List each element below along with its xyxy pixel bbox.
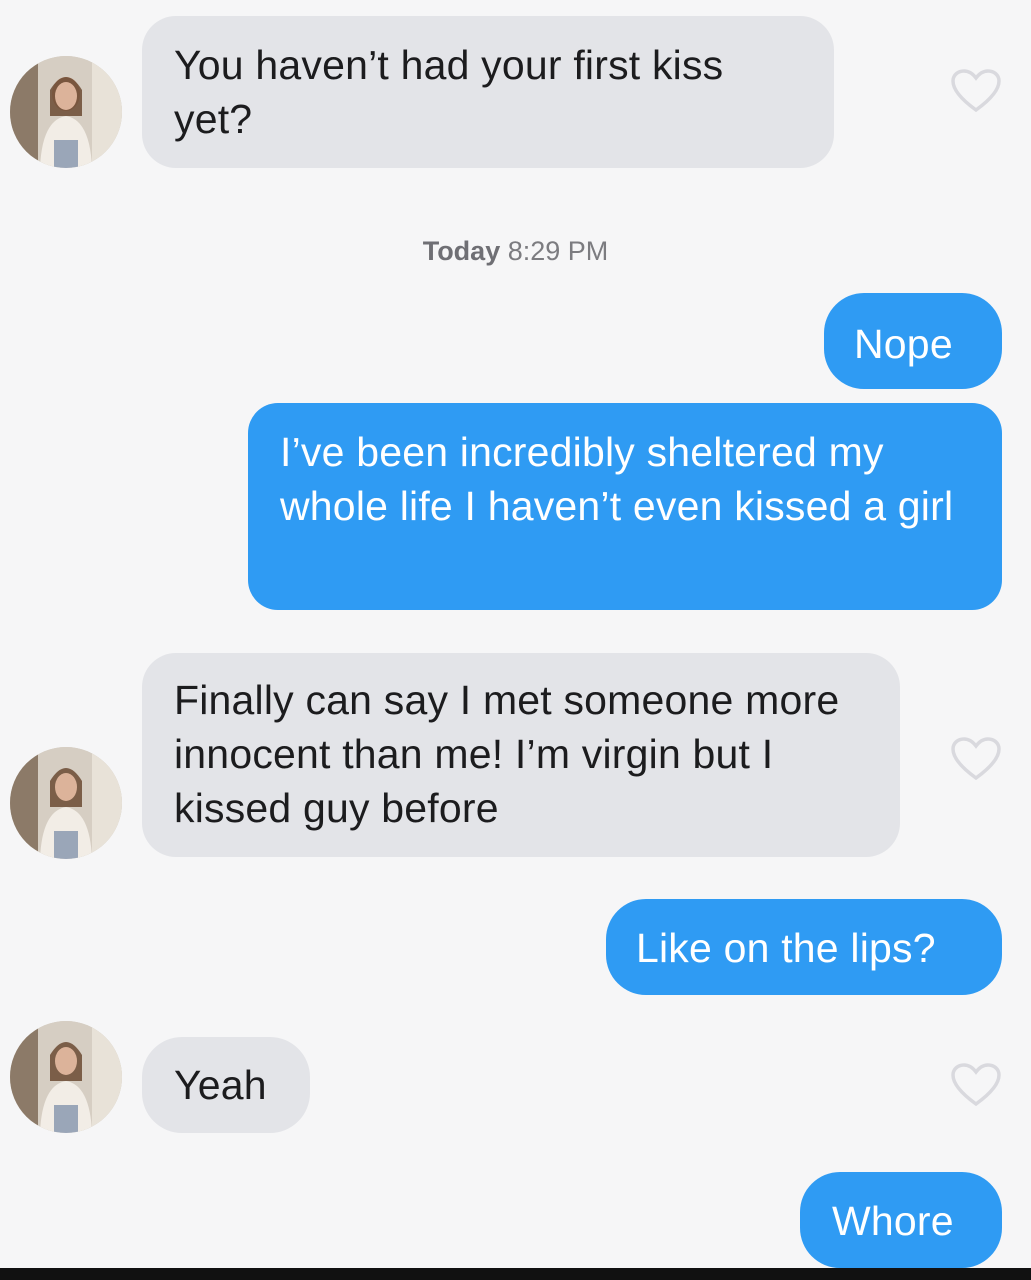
heart-outline-icon[interactable] [950, 736, 1002, 782]
message-bubble-incoming[interactable]: You haven’t had your first kiss yet? [142, 16, 834, 168]
message-bubble-outgoing[interactable]: I’ve been incredibly sheltered my whole … [248, 403, 1002, 610]
message-text: Like on the lips? [636, 925, 936, 971]
message-text: Yeah [174, 1062, 267, 1108]
chat-thread[interactable]: You haven’t had your first kiss yet? Tod… [0, 0, 1031, 1268]
timestamp: Today 8:29 PM [0, 236, 1031, 267]
message-text: You haven’t had your first kiss yet? [174, 42, 724, 142]
message-bubble-outgoing[interactable]: Whore [800, 1172, 1002, 1268]
message-text: I’ve been incredibly sheltered my whole … [280, 429, 954, 529]
timestamp-day: Today [422, 236, 501, 266]
heart-outline-icon[interactable] [950, 68, 1002, 114]
message-bubble-incoming[interactable]: Yeah [142, 1037, 310, 1133]
message-bubble-incoming[interactable]: Finally can say I met someone more innoc… [142, 653, 900, 857]
message-bubble-outgoing[interactable]: Like on the lips? [606, 899, 1002, 995]
message-bubble-outgoing[interactable]: Nope [824, 293, 1002, 389]
avatar[interactable] [10, 56, 122, 168]
avatar[interactable] [10, 1021, 122, 1133]
message-text: Finally can say I met someone more innoc… [174, 677, 840, 831]
message-text: Whore [832, 1198, 954, 1244]
heart-outline-icon[interactable] [950, 1062, 1002, 1108]
message-text: Nope [854, 321, 953, 367]
avatar[interactable] [10, 747, 122, 859]
screen-bottom-edge [0, 1268, 1031, 1280]
timestamp-time: 8:29 PM [507, 236, 609, 266]
